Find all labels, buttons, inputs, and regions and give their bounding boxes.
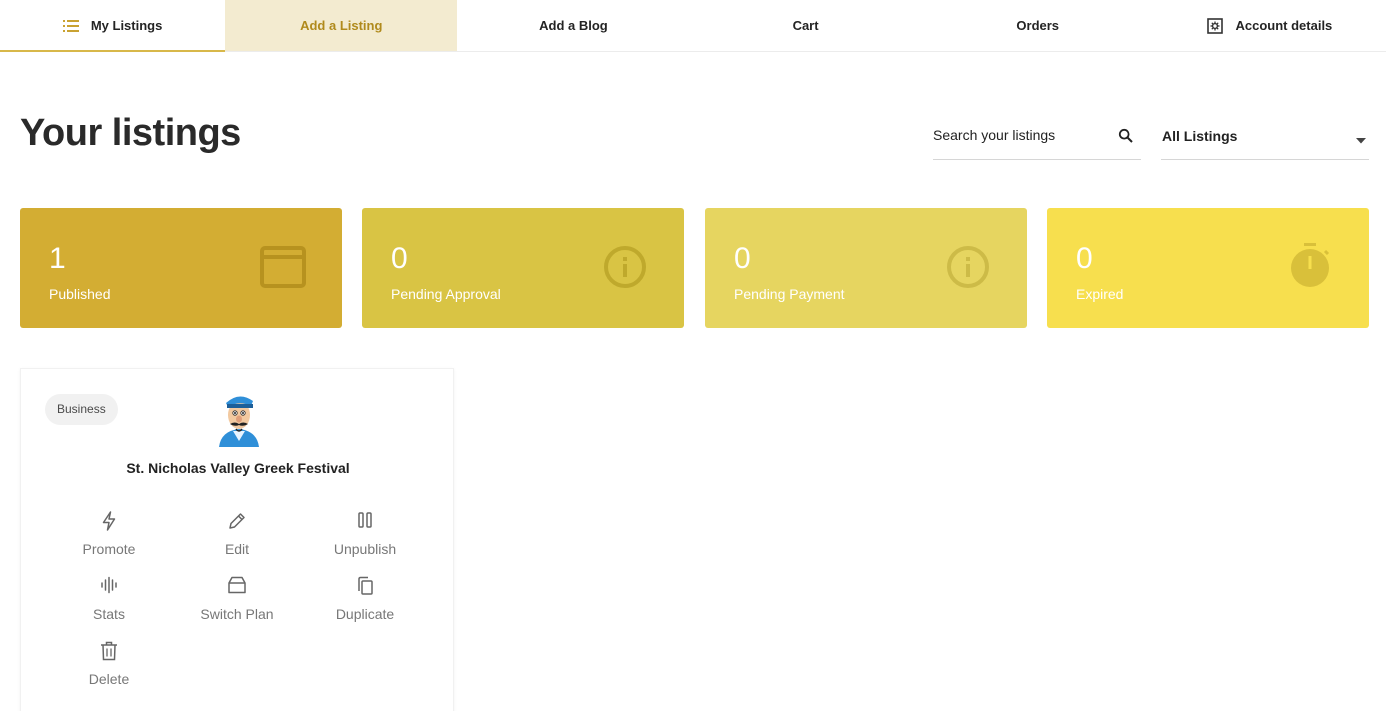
delete-button[interactable]: Delete [44,641,174,687]
duplicate-button[interactable]: Duplicate [300,576,430,622]
settings-icon [1207,17,1224,34]
box-icon [172,576,302,598]
cartoon-chef-logo[interactable] [211,391,267,452]
trash-icon [44,641,174,663]
stat-card-pending-approval[interactable]: 0 Pending Approval [362,208,684,328]
stat-label: Pending Payment [734,286,845,302]
listing-filter-select[interactable]: All Listings [1161,118,1369,160]
action-label: Switch Plan [200,606,274,622]
unpublish-button[interactable]: Unpublish [300,511,430,557]
copy-icon [300,576,430,598]
listing-title[interactable]: St. Nicholas Valley Greek Festival [21,460,455,476]
tab-add-blog[interactable]: Add a Blog [457,0,689,51]
pencil-icon [172,511,302,533]
tab-label: Add a Blog [539,18,608,33]
browser-window-icon [258,242,308,297]
bolt-icon [44,511,174,533]
tab-label: Orders [1016,18,1060,33]
category-badge: Business [45,394,118,425]
stat-label: Pending Approval [391,286,501,302]
filter-value: All Listings [1162,128,1238,144]
edit-button[interactable]: Edit [172,511,302,557]
tab-add-listing[interactable]: Add a Listing [225,0,458,51]
tab-account-details[interactable]: Account details [1154,0,1386,51]
listing-card: Business St. Nicholas Valley Greek Festi… [20,368,454,711]
stat-card-pending-payment[interactable]: 0 Pending Payment [705,208,1027,328]
list-icon [62,19,79,32]
action-label: Stats [93,606,125,622]
waveform-icon [44,576,174,598]
action-label: Promote [82,541,136,557]
stat-count: 1 [49,242,66,275]
stat-count: 0 [734,242,751,275]
search-icon[interactable] [1118,128,1134,149]
stat-count: 0 [391,242,408,275]
info-icon [600,242,650,297]
pause-icon [300,511,430,533]
promote-button[interactable]: Promote [44,511,174,557]
stats-button[interactable]: Stats [44,576,174,622]
search-input[interactable] [933,118,1113,152]
action-label: Edit [224,541,250,557]
action-label: Duplicate [335,606,395,622]
stat-count: 0 [1076,242,1093,275]
search-box [933,118,1141,160]
page-title: Your listings [20,112,241,154]
tab-my-listings[interactable]: My Listings [0,0,226,52]
stopwatch-icon [1285,242,1335,297]
tab-cart[interactable]: Cart [690,0,922,51]
stat-card-published[interactable]: 1 Published [20,208,342,328]
tab-label: Add a Listing [300,18,383,33]
tab-orders[interactable]: Orders [922,0,1154,51]
tab-label: Account details [1235,18,1333,33]
stat-card-expired[interactable]: 0 Expired [1047,208,1369,328]
switch-plan-button[interactable]: Switch Plan [172,576,302,622]
tab-label: Cart [792,18,819,33]
caret-down-icon [1356,131,1366,149]
info-icon [943,242,993,297]
tab-label: My Listings [90,18,163,33]
action-label: Delete [88,671,130,687]
stat-label: Expired [1076,286,1124,302]
account-tabs: My Listings Add a Listing Add a Blog Car… [0,0,1386,52]
stat-label: Published [49,286,111,302]
action-label: Unpublish [333,541,397,557]
